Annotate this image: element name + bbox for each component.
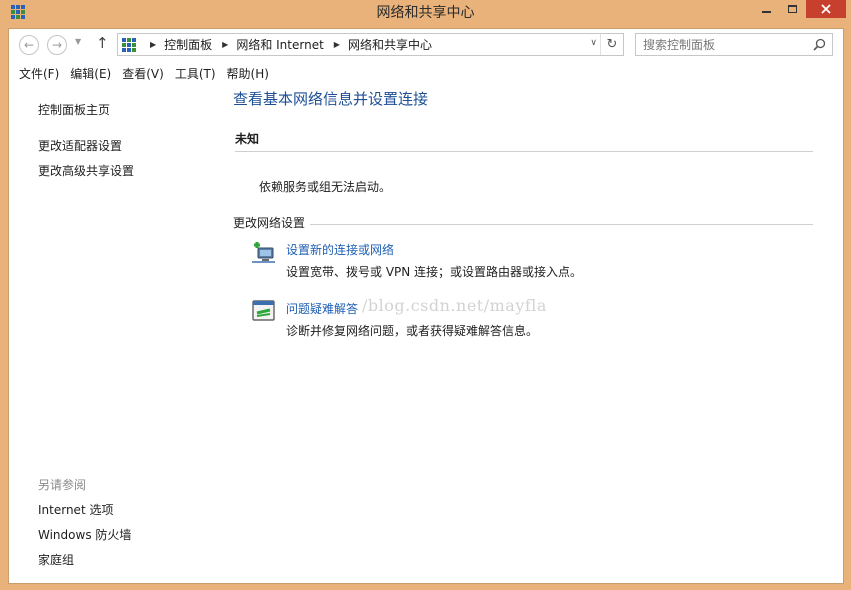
title-bar[interactable]: 网络和共享中心 — [0, 0, 851, 28]
navigation-bar: ← → ▼ ↑ ▶ 控制面板 ▶ 网络和 Internet ▶ 网络和共享中心 … — [9, 29, 843, 61]
page-title: 查看基本网络信息并设置连接 — [233, 90, 429, 108]
recent-locations-button[interactable]: ▼ — [75, 37, 81, 46]
search-input[interactable] — [643, 34, 813, 55]
window-frame: 网络和共享中心 ← → ▼ ↑ ▶ 控制面板 ▶ 网络和 Internet ▶ … — [0, 0, 851, 590]
breadcrumb-separator-icon[interactable]: ▶ — [222, 40, 228, 49]
breadcrumb-separator-icon[interactable]: ▶ — [334, 40, 340, 49]
forward-button[interactable]: → — [47, 35, 67, 55]
windows-firewall-link[interactable]: Windows 防火墙 — [38, 526, 131, 543]
arrow-right-icon: → — [51, 38, 63, 52]
setup-new-connection-description: 设置宽带、拨号或 VPN 连接；或设置路由器或接入点。 — [286, 265, 583, 279]
minimize-button[interactable] — [753, 0, 779, 18]
maximize-button[interactable] — [779, 0, 805, 18]
close-icon — [821, 4, 831, 14]
menu-tools[interactable]: 工具(T) — [170, 65, 221, 82]
internet-options-link[interactable]: Internet 选项 — [38, 501, 113, 518]
homegroup-link[interactable]: 家庭组 — [38, 551, 74, 568]
menu-file[interactable]: 文件(F) — [14, 65, 64, 82]
troubleshoot-problems-description: 诊断并修复网络问题，或者获得疑难解答信息。 — [286, 324, 539, 338]
network-status-message: 依赖服务或组无法启动。 — [259, 180, 392, 194]
watermark: /blog.csdn.net/mayfla — [362, 296, 547, 315]
breadcrumb-network-internet[interactable]: 网络和 Internet — [236, 36, 323, 53]
up-button[interactable]: ↑ — [96, 34, 109, 52]
search-box[interactable] — [635, 33, 833, 56]
back-button[interactable]: ← — [19, 35, 39, 55]
chevron-down-icon: ▼ — [75, 37, 82, 46]
see-also-heading: 另请参阅 — [38, 478, 87, 492]
divider — [310, 224, 813, 225]
arrow-left-icon: ← — [23, 38, 35, 52]
refresh-icon: ↻ — [606, 37, 618, 52]
refresh-button[interactable]: ↻ — [600, 34, 623, 55]
breadcrumb-control-panel[interactable]: 控制面板 — [164, 36, 212, 53]
control-panel-icon — [122, 37, 136, 52]
menu-bar: 文件(F) 编辑(E) 查看(V) 工具(T) 帮助(H) — [9, 62, 843, 84]
change-adapter-settings-link[interactable]: 更改适配器设置 — [38, 137, 122, 154]
change-network-settings-heading: 更改网络设置 — [233, 216, 306, 230]
divider — [235, 151, 813, 152]
network-name: 未知 — [235, 132, 260, 146]
change-advanced-sharing-link[interactable]: 更改高级共享设置 — [38, 162, 134, 179]
address-history-chevron-icon[interactable]: ∨ — [590, 38, 597, 48]
window-title: 网络和共享中心 — [376, 5, 475, 21]
troubleshoot-icon[interactable] — [251, 299, 277, 323]
menu-edit[interactable]: 编辑(E) — [65, 65, 116, 82]
breadcrumb-network-sharing-center[interactable]: 网络和共享中心 — [348, 36, 432, 53]
menu-help[interactable]: 帮助(H) — [222, 65, 274, 82]
new-connection-icon[interactable] — [251, 240, 277, 264]
close-button[interactable] — [806, 0, 846, 18]
control-panel-home-link[interactable]: 控制面板主页 — [38, 101, 110, 118]
search-icon[interactable] — [813, 38, 826, 51]
setup-new-connection-link[interactable]: 设置新的连接或网络 — [286, 241, 394, 258]
maximize-icon — [787, 5, 797, 13]
menu-view[interactable]: 查看(V) — [117, 65, 169, 82]
breadcrumb-separator-icon[interactable]: ▶ — [150, 40, 156, 49]
minimize-icon — [761, 11, 771, 13]
arrow-up-icon: ↑ — [96, 34, 109, 52]
troubleshoot-problems-link[interactable]: 问题疑难解答 — [286, 300, 358, 317]
window-client: ← → ▼ ↑ ▶ 控制面板 ▶ 网络和 Internet ▶ 网络和共享中心 … — [8, 28, 844, 584]
address-bar[interactable]: ▶ 控制面板 ▶ 网络和 Internet ▶ 网络和共享中心 ∨ ↻ — [117, 33, 624, 56]
breadcrumb: ▶ 控制面板 ▶ 网络和 Internet ▶ 网络和共享中心 — [144, 36, 432, 53]
